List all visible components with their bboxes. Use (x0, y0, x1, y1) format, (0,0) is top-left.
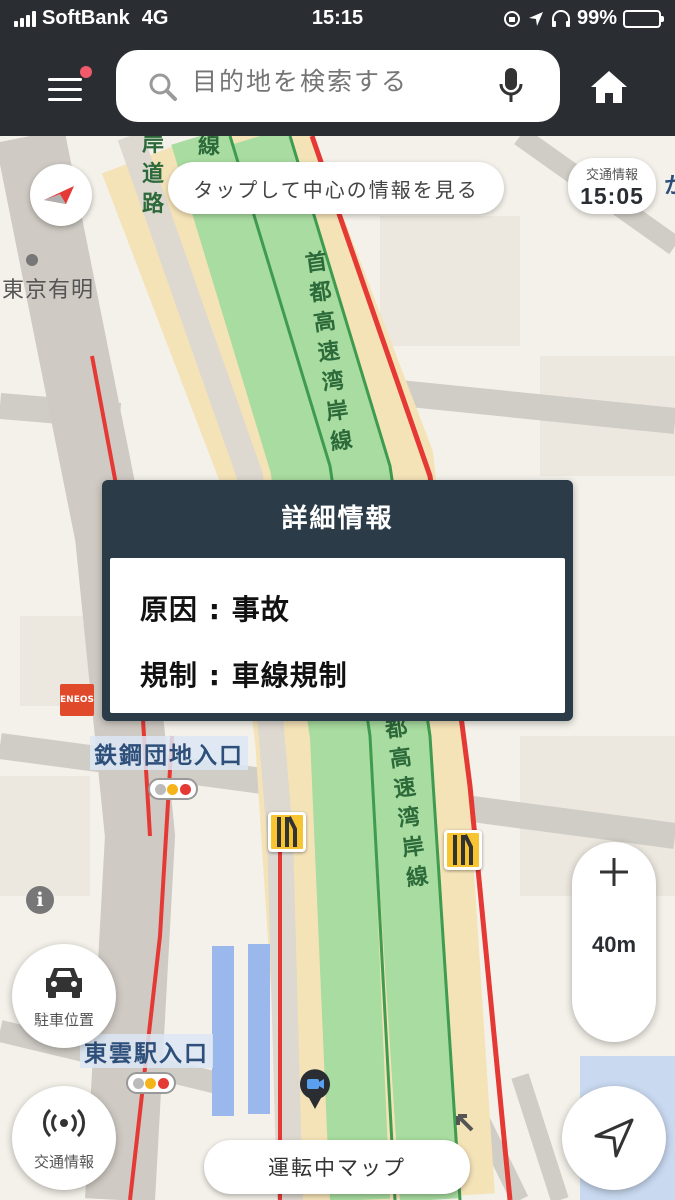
status-bar: SoftBank 4G 15:15 99% (0, 0, 675, 38)
search-input[interactable] (192, 68, 492, 97)
zoom-out-button[interactable] (572, 842, 656, 902)
traffic-update-label: 交通情報 (585, 168, 638, 183)
location-icon (528, 11, 543, 26)
label-shinonome-entrance: 東雲駅入口 (80, 1034, 213, 1068)
broadcast-icon (43, 1108, 85, 1138)
center-info-hint[interactable]: タップして中心の情報を見る (168, 162, 504, 214)
home-icon[interactable] (588, 68, 630, 106)
location-arrow-icon (594, 1118, 634, 1158)
road-label-top-left-2: 線 (197, 136, 220, 159)
popup-cause: 原因 : 事故 (140, 593, 290, 626)
battery-percent: 99% (576, 7, 617, 29)
traffic-light-icon (148, 778, 198, 800)
compass-icon (44, 186, 74, 204)
traffic-update-badge[interactable]: 交通情報 15:05 (568, 158, 656, 214)
mic-icon[interactable] (498, 66, 524, 106)
search-bar[interactable] (116, 50, 560, 122)
info-icon[interactable]: i (26, 886, 54, 914)
headphones-icon (551, 9, 570, 27)
label-edge: か (664, 168, 675, 200)
eneos-icon[interactable]: ENEOS (60, 684, 94, 716)
parking-position-label: 駐車位置 (33, 1011, 94, 1029)
menu-button[interactable] (40, 66, 92, 110)
search-icon (149, 73, 177, 101)
driving-map-button[interactable]: 運転中マップ (204, 1140, 470, 1194)
zoom-control: 40m (572, 842, 656, 1042)
lane-restriction-icon[interactable] (268, 812, 306, 852)
camera-icon[interactable] (298, 1068, 332, 1110)
lane-restriction-icon[interactable] (444, 830, 482, 870)
label-tokyo-ariake: 東京有明 (2, 278, 95, 303)
notification-dot (80, 66, 92, 78)
popup-regulation: 規制 : 車線規制 (140, 659, 348, 692)
map-scale: 40m (591, 932, 637, 957)
direction-arrow-icon (456, 1114, 474, 1132)
label-tekko-entrance: 鉄鋼団地入口 (90, 736, 248, 770)
traffic-info-label: 交通情報 (33, 1153, 94, 1171)
traffic-light-icon (126, 1072, 176, 1094)
popup-title: 詳細情報 (281, 504, 394, 534)
parking-position-button[interactable]: 駐車位置 (12, 944, 116, 1048)
compass-button[interactable] (30, 164, 92, 226)
traffic-info-button[interactable]: 交通情報 (12, 1086, 116, 1190)
battery-icon (623, 9, 664, 28)
top-bar (0, 38, 675, 136)
orientation-lock-icon (503, 10, 520, 27)
detail-popup[interactable]: 詳細情報 原因 : 事故 規制 : 車線規制 (102, 480, 573, 721)
station-dot (26, 254, 38, 266)
car-icon (46, 968, 82, 998)
popup-body: 原因 : 事故 規制 : 車線規制 (110, 558, 565, 713)
road-label-top-left-1: 岸道路 (141, 136, 164, 217)
traffic-update-time: 15:05 (580, 183, 644, 209)
current-location-button[interactable] (562, 1086, 666, 1190)
map-view[interactable]: 岸道路 線 首都高速湾岸線 都高速湾岸線 東京有明 鉄鋼団地入口 東雲駅入口 か… (0, 136, 675, 1200)
